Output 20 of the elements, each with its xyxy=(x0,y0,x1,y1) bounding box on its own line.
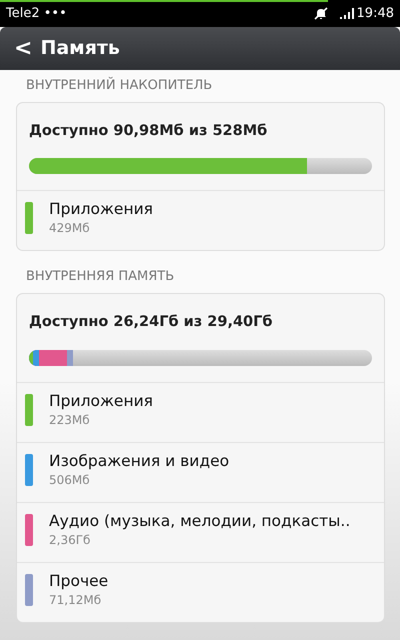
category-name: Приложения xyxy=(49,390,153,411)
category-name: Прочее xyxy=(49,570,108,591)
section-label: ВНУТРЕННИЙ НАКОПИТЕЛЬ xyxy=(25,76,214,95)
clock-time: 19:48 xyxy=(356,4,394,23)
screen-title: Память xyxy=(40,36,120,62)
category-size: 2,36Гб xyxy=(49,532,92,549)
category-size: 506Мб xyxy=(49,472,91,489)
category-name: Аудио (музыка, мелодии, подкасты.. xyxy=(49,510,350,531)
category-name: Изображения и видео xyxy=(49,450,230,471)
signal-icon xyxy=(340,8,354,19)
back-button[interactable]: < xyxy=(0,32,40,65)
category-size: 429Мб xyxy=(49,220,91,238)
muted-notification-icon xyxy=(314,7,328,20)
category-name: Приложения xyxy=(49,199,153,220)
section-label: ВНУТРЕННЯЯ ПАМЯТЬ xyxy=(25,268,176,286)
category-size: 71,12Мб xyxy=(49,592,102,609)
storage-summary: Доступно 90,98Мб из 528Мб xyxy=(28,122,268,140)
carrier-name: Tele2 ••• xyxy=(6,4,67,23)
storage-summary: Доступно 26,24Гб из 29,40Гб xyxy=(28,312,274,332)
category-size: 223Мб xyxy=(49,412,91,429)
